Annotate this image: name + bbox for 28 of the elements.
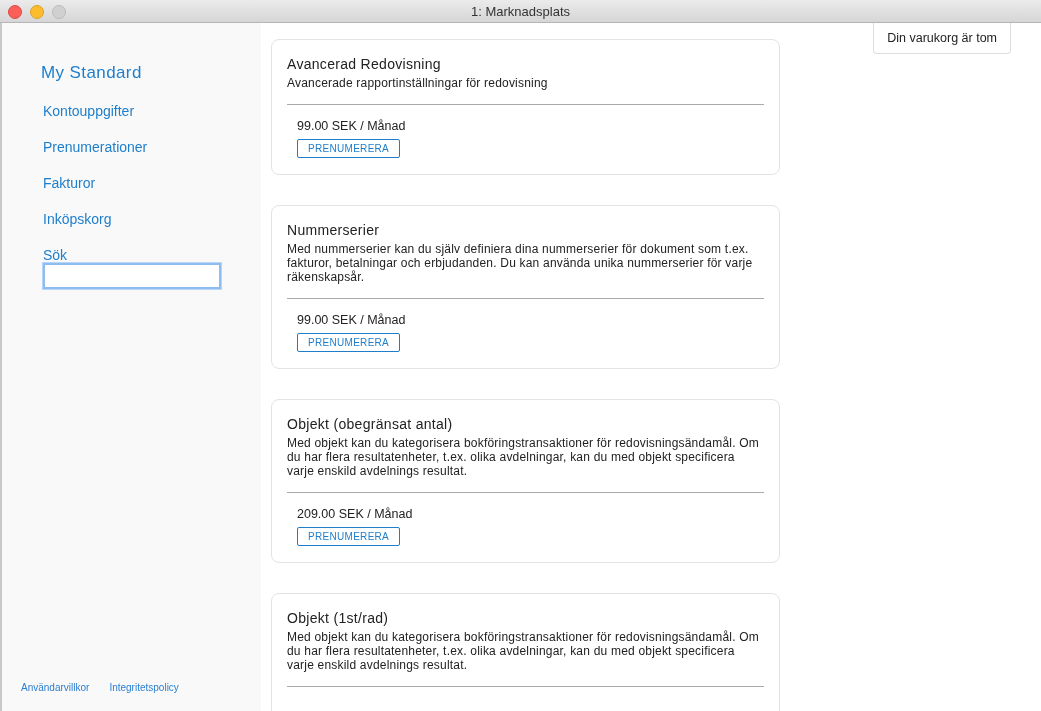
product-description: Med objekt kan du kategorisera bokföringstransaktioner för redovisningsändamål. Om du har flera resultatenheter, t.ex. olika avdelningar, kan du med objekt specificera varje enskild avdelnings resultat.: [287, 630, 760, 672]
product-title: Objekt (1st/rad): [287, 610, 390, 626]
minimize-button[interactable]: [30, 5, 44, 19]
zoom-button[interactable]: [52, 5, 66, 19]
product-title: Objekt (obegränsat antal): [287, 416, 454, 432]
window-title: 1: Marknadsplats: [471, 3, 570, 19]
product-description: Med nummerserier kan du själv definiera dina nummerserier för dokument som t.ex. fakturor, betalningar och erbjudanden. Du kan använda unika nummerserier för varje räkenskapsår.: [287, 242, 754, 284]
footer-link[interactable]: Användarvillkor: [21, 682, 90, 693]
sidebar-item[interactable]: Prenumerationer: [43, 139, 261, 155]
product-title: Avancerad Redovisning: [287, 56, 442, 72]
product-description: Avancerade rapportinställningar för redovisning: [287, 76, 549, 90]
footer-link[interactable]: Integritetspolicy: [109, 682, 179, 693]
sidebar-item[interactable]: Kontouppgifter: [43, 103, 261, 119]
sidebar-title: My Standard: [41, 63, 143, 83]
product-title: Nummerserier: [287, 222, 381, 238]
subscribe-button[interactable]: PRENUMERERA: [297, 139, 401, 158]
subscribe-button[interactable]: PRENUMERERA: [297, 527, 401, 546]
search-field[interactable]: [43, 263, 221, 289]
sidebar-item[interactable]: Inköpskorg: [43, 211, 261, 227]
sidebar-item[interactable]: Fakturor: [43, 175, 261, 191]
subscribe-button[interactable]: PRENUMERERA: [297, 333, 401, 352]
search-label: Sök: [43, 247, 69, 263]
cart-button[interactable]: Din varukorg är tom: [873, 23, 1011, 54]
product-price: 209.00 SEK / Månad: [297, 507, 414, 521]
product-price: 99.00 SEK / Månad: [297, 119, 407, 133]
close-button[interactable]: [8, 5, 22, 19]
product-description: Med objekt kan du kategorisera bokföringstransaktioner för redovisningsändamål. Om du har flera resultatenheter, t.ex. olika avdelningar, kan du med objekt specificera varje enskild avdelnings resultat.: [287, 436, 760, 478]
product-price: 99.00 SEK / Månad: [297, 313, 407, 327]
